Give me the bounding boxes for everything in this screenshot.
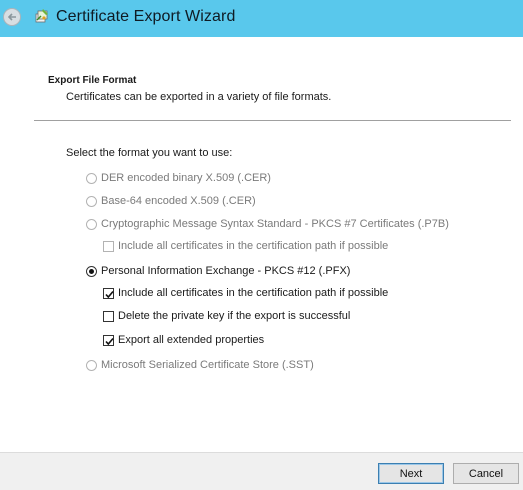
radio-pkcs7[interactable]: Cryptographic Message Syntax Standard - …: [86, 218, 449, 230]
checkbox-pkcs7-include-path-box[interactable]: [103, 240, 114, 252]
page-description: Certificates can be exported in a variet…: [66, 91, 332, 103]
checkbox-pfx-include-path-label: Include all certificates in the certific…: [118, 287, 389, 299]
checkmark-icon: [105, 290, 114, 298]
radio-der[interactable]: DER encoded binary X.509 (.CER): [86, 172, 271, 184]
radio-pkcs7-label: Cryptographic Message Syntax Standard - …: [101, 218, 449, 230]
radio-der-label: DER encoded binary X.509 (.CER): [101, 172, 271, 184]
certificate-wizard-icon: [35, 9, 48, 23]
radio-pfx-label: Personal Information Exchange - PKCS #12…: [101, 265, 351, 277]
radio-pkcs7-circle[interactable]: [86, 218, 97, 230]
checkbox-export-extended-properties-box[interactable]: [103, 334, 114, 346]
format-prompt: Select the format you want to use:: [66, 147, 233, 159]
radio-base64-circle[interactable]: [86, 195, 97, 207]
radio-base64-label: Base-64 encoded X.509 (.CER): [101, 195, 256, 207]
back-arrow-icon: [7, 13, 16, 21]
header-divider: [34, 120, 511, 121]
button-bar: Next Cancel: [0, 452, 523, 490]
checkbox-pkcs7-include-path[interactable]: Include all certificates in the certific…: [103, 240, 388, 252]
radio-der-circle[interactable]: [86, 172, 97, 184]
radio-base64[interactable]: Base-64 encoded X.509 (.CER): [86, 195, 256, 207]
radio-pfx[interactable]: Personal Information Exchange - PKCS #12…: [86, 265, 350, 277]
back-button[interactable]: [3, 8, 21, 26]
radio-pfx-circle[interactable]: [86, 265, 97, 277]
checkmark-icon: [105, 337, 114, 345]
radio-sst-label: Microsoft Serialized Certificate Store (…: [101, 359, 314, 371]
checkbox-pfx-include-path[interactable]: Include all certificates in the certific…: [103, 287, 388, 299]
checkbox-delete-private-key[interactable]: Delete the private key if the export is …: [103, 310, 350, 322]
page-heading: Export File Format: [48, 75, 137, 86]
checkbox-export-extended-properties-label: Export all extended properties: [118, 334, 265, 346]
cancel-button[interactable]: Cancel: [453, 463, 519, 484]
checkbox-delete-private-key-box[interactable]: [103, 310, 114, 322]
checkbox-pkcs7-include-path-label: Include all certificates in the certific…: [118, 240, 389, 252]
checkbox-pfx-include-path-box[interactable]: [103, 287, 114, 299]
checkbox-export-extended-properties[interactable]: Export all extended properties: [103, 334, 264, 346]
window-title: Certificate Export Wizard: [56, 8, 236, 25]
radio-sst[interactable]: Microsoft Serialized Certificate Store (…: [86, 359, 314, 371]
checkbox-delete-private-key-label: Delete the private key if the export is …: [118, 310, 351, 322]
title-bar: Certificate Export Wizard: [0, 0, 523, 37]
next-button[interactable]: Next: [378, 463, 444, 484]
radio-sst-circle[interactable]: [86, 359, 97, 371]
